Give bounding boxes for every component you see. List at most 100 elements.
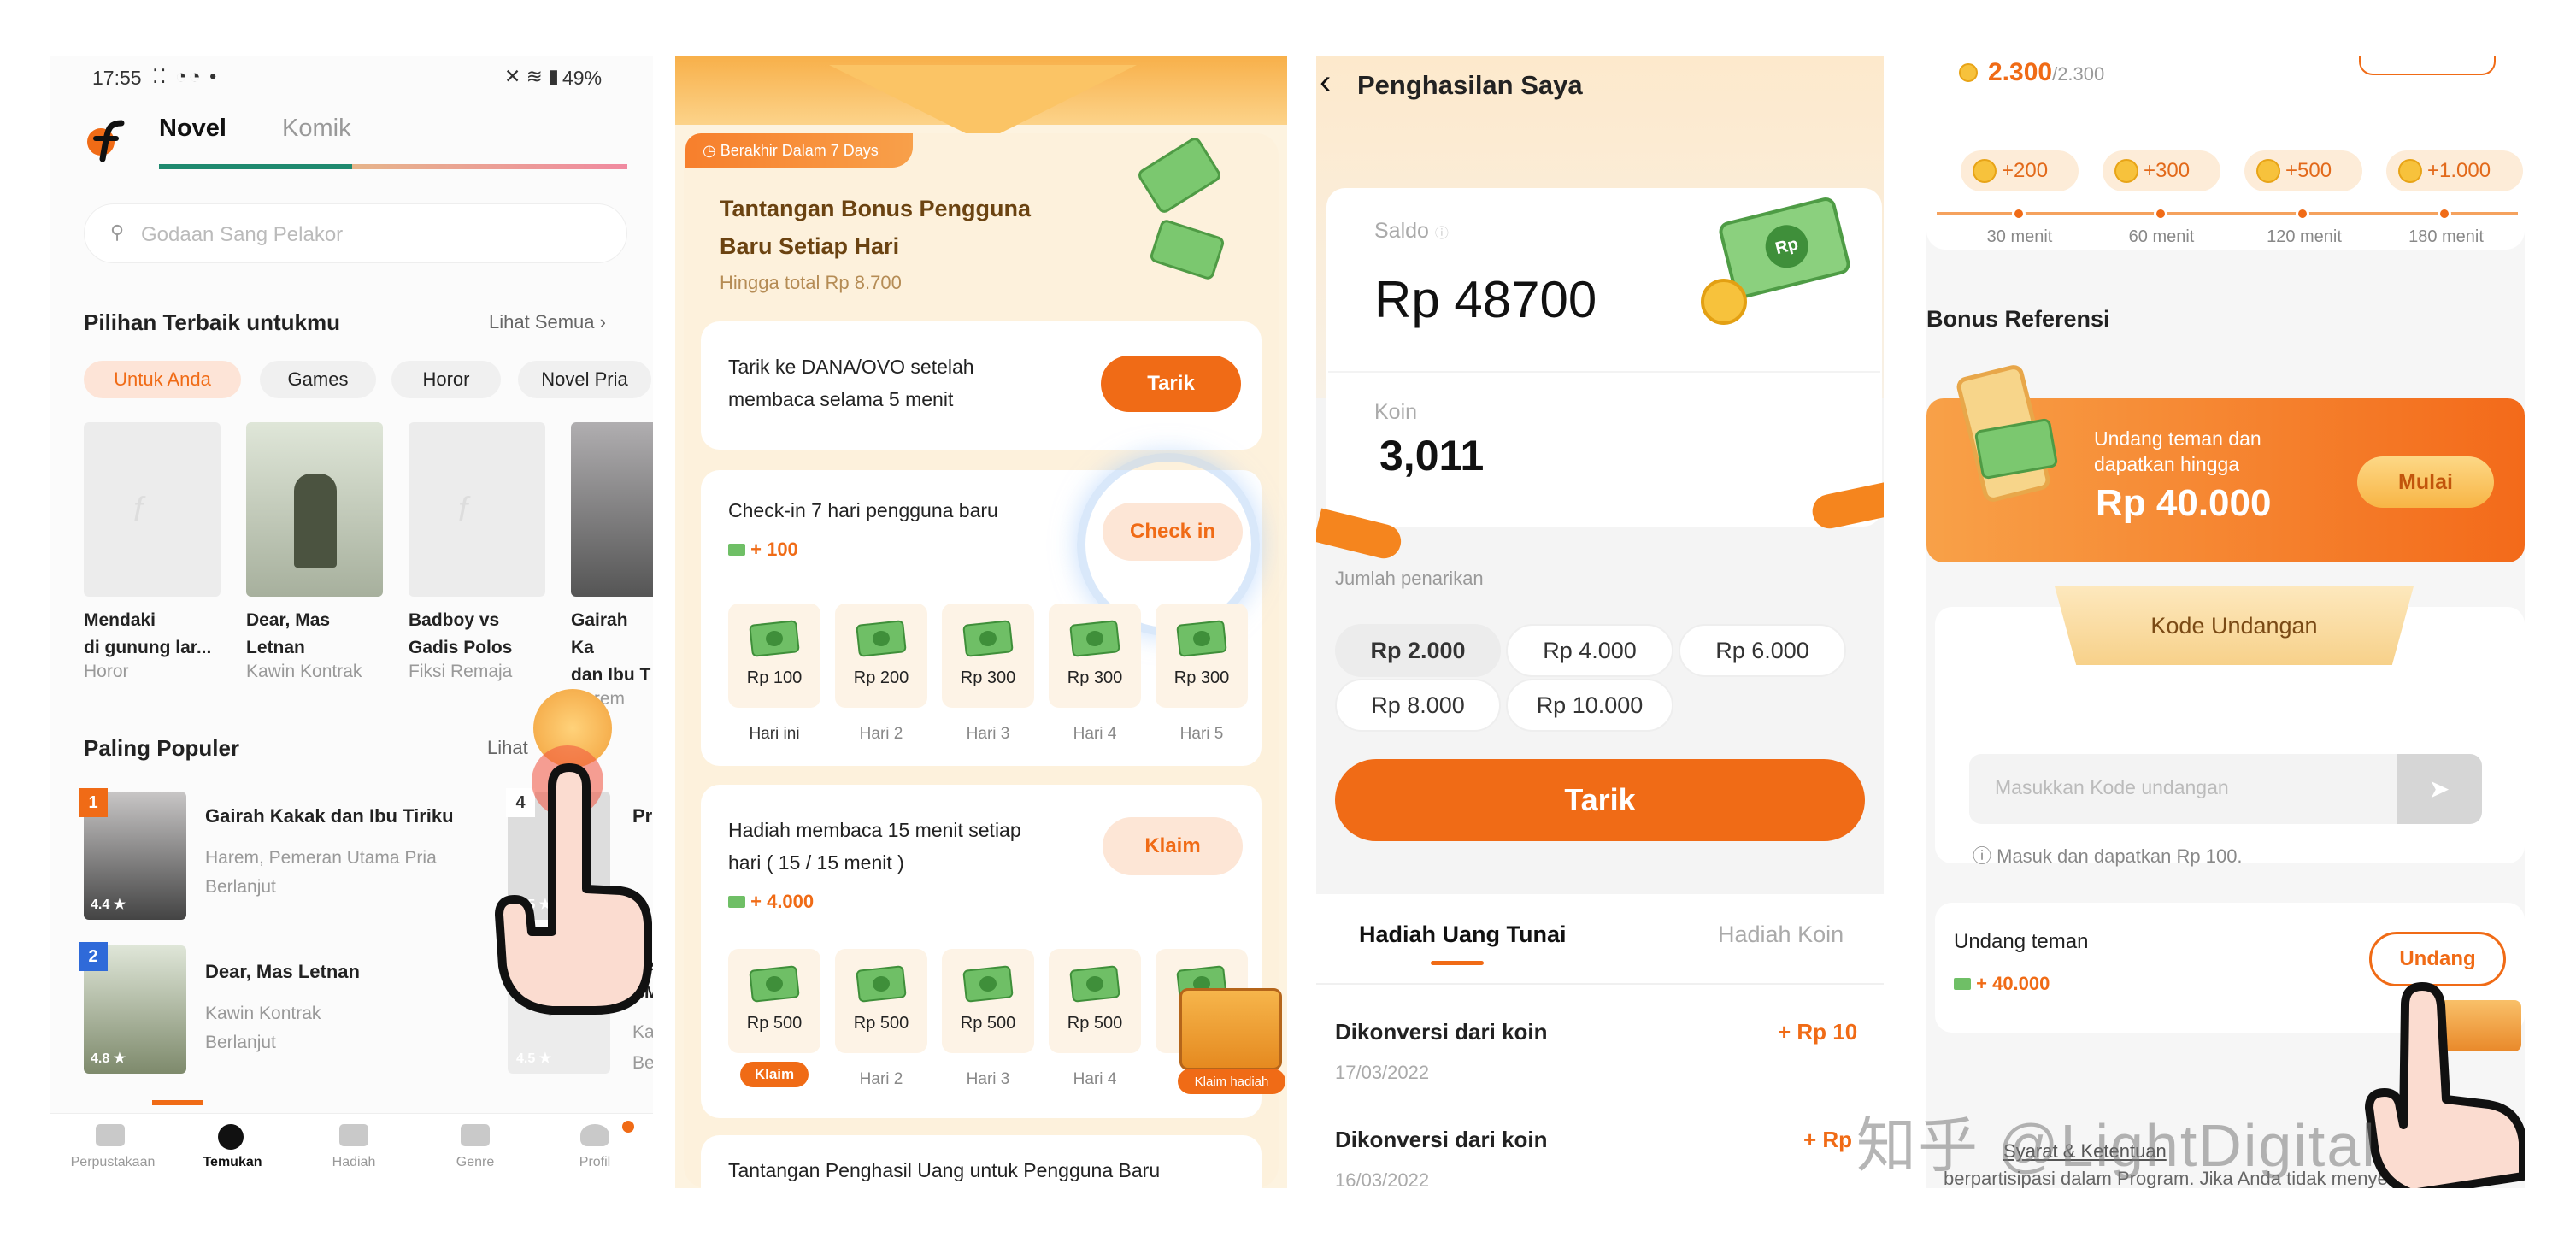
popular-status: Berlanjut [205, 877, 276, 897]
withdraw-button[interactable]: Tarik [1101, 356, 1241, 412]
amount-option[interactable]: Rp 8.000 [1335, 679, 1501, 732]
countdown-badge: ◷ Berakhir Dalam 7 Days [685, 133, 913, 168]
history-amount: + Rp 10 [1778, 1019, 1858, 1045]
task-reward: + 4.000 [728, 891, 814, 913]
see-all-link[interactable]: Lihat Semua › [489, 311, 606, 333]
amount-option[interactable]: Rp 4.000 [1506, 624, 1673, 677]
nav-library[interactable]: Perpustakaan [62, 1124, 164, 1170]
withdraw-label: Jumlah penarikan [1335, 568, 1484, 589]
chip-novel-pria[interactable]: Novel Pria [518, 361, 651, 398]
saldo-value: Rp 48700 [1374, 271, 1597, 328]
check-in-button[interactable]: Check in [1103, 503, 1243, 561]
divider [1328, 371, 1880, 373]
invite-code-note: ⓘ Masuk dan dapatkan Rp 100. [1973, 845, 2243, 867]
rewards-screen: ◷ Berakhir Dalam 7 Days Tantangan Bonus … [675, 56, 1287, 1188]
watermark: 知乎 @LightDigital [1856, 1112, 2377, 1179]
coin-icon [1959, 63, 1978, 82]
amount-option[interactable]: Rp 10.000 [1506, 679, 1673, 732]
koin-value: 3,011 [1379, 432, 1485, 480]
banner-amount: Rp 40.000 [2096, 482, 2272, 524]
tab-komik[interactable]: Komik [282, 115, 351, 143]
money-icon [856, 620, 907, 657]
time-label: 30 menit [1986, 227, 2053, 246]
amount-option-selected[interactable]: Rp 2.000 [1335, 624, 1501, 677]
reward-pill: +200 [1961, 150, 2079, 191]
history-date: 16/03/2022 [1335, 1169, 1430, 1188]
task-card: Check-in 7 hari pengguna baru + 100 Chec… [701, 453, 1262, 766]
koin-label: Koin [1374, 400, 1418, 424]
chip-untuk-anda[interactable]: Untuk Anda [84, 361, 241, 398]
app-logo-icon [84, 118, 128, 162]
history-section: Hadiah Uang Tunai Hadiah Koin Dikonversi… [1316, 894, 1884, 1188]
task-card: Tarik ke DANA/OVO setelah membaca selama … [701, 321, 1262, 450]
tab-novel[interactable]: Novel [159, 115, 226, 143]
claim-button[interactable]: Klaim [1103, 817, 1243, 875]
nav-rewards[interactable]: Hadiah [303, 1124, 405, 1170]
book-info: Badboy vs Gadis Polos Fiksi Remaja [409, 610, 513, 681]
cut-button[interactable] [2359, 56, 2496, 75]
tab-coin-rewards[interactable]: Hadiah Koin [1718, 921, 1844, 948]
back-icon[interactable]: ‹ [1320, 63, 1331, 102]
rank-badge: 1 [79, 788, 108, 817]
search-input[interactable]: ⚲ Godaan Sang Pelakor [84, 203, 627, 263]
day-label: Hari 2 [859, 1070, 903, 1088]
rating: 4.4 ★ [91, 898, 126, 912]
nav-genre[interactable]: Genre [424, 1124, 526, 1170]
tab-cash-rewards[interactable]: Hadiah Uang Tunai [1359, 921, 1567, 948]
page-title: Penghasilan Saya [1357, 70, 1583, 100]
day-label: Hari 4 [1073, 1070, 1117, 1088]
task-card: Tantangan Penghasil Uang untuk Pengguna … [701, 1135, 1262, 1188]
search-placeholder: Godaan Sang Pelakor [141, 223, 344, 246]
book-cover[interactable] [246, 422, 383, 597]
discover-screen: 17:55 ⁚⁚ ◔◔ • ✕ ≋ ▮ 49% Novel Komik ⚲ Go… [50, 56, 653, 1188]
history-title: Dikonversi dari koin [1335, 1019, 1548, 1045]
referral-banner[interactable]: Undang teman dan dapatkan hingga Rp 40.00… [1926, 362, 2525, 562]
task-title: Tantangan Penghasil Uang untuk Pengguna … [728, 1159, 1161, 1181]
reward-pill: +1.000 [2386, 150, 2523, 191]
start-button[interactable]: Mulai [2357, 456, 2494, 508]
day-claim-button[interactable]: Klaim [740, 1062, 809, 1087]
bottom-nav: Perpustakaan Temukan Hadiah Genre Profil [50, 1100, 653, 1188]
popular-status: Berlanjut [205, 1033, 276, 1052]
grid-icon [461, 1124, 490, 1146]
popular-tags: Harem, Pemeran Utama Pria [205, 848, 437, 868]
progress-dot [2012, 207, 2026, 221]
history-date: 17/03/2022 [1335, 1062, 1430, 1083]
tab-indicator [1431, 961, 1484, 965]
invite-code-card: Kode Undangan Masukkan Kode undangan ➤ ⓘ… [1935, 586, 2525, 867]
profile-icon [580, 1124, 609, 1146]
progress-value: 2.300/2.300 [1988, 58, 2105, 86]
signal-icons: ✕ ≋ ▮ [504, 65, 559, 87]
progress-dot [2154, 207, 2167, 221]
invite-button[interactable]: Undang [2369, 932, 2506, 986]
amount-option[interactable]: Rp 6.000 [1679, 624, 1846, 677]
section-title-referral: Bonus Referensi [1926, 306, 2110, 332]
nav-discover[interactable]: Temukan [181, 1124, 284, 1170]
status-time: 17:55 [92, 67, 142, 89]
rating: 4.8 ★ [91, 1051, 126, 1066]
task-title: Check-in 7 hari pengguna baru [728, 499, 998, 521]
money-icon [749, 620, 800, 657]
day-card: Rp 500 [835, 949, 927, 1053]
withdraw-button[interactable]: Tarik [1335, 759, 1865, 841]
see-all-link[interactable]: Lihat [487, 737, 528, 759]
day-card: Rp 500 [942, 949, 1034, 1053]
chest-claim-label[interactable]: Klaim hadiah [1178, 1069, 1285, 1094]
day-card: Rp 500 [728, 949, 820, 1053]
book-cover[interactable] [571, 422, 653, 597]
progress-dot [2438, 207, 2451, 221]
search-icon: ⚲ [110, 221, 125, 243]
book-cover[interactable]: f [84, 422, 221, 597]
banner-text: Undang teman dan dapatkan hingga [2094, 427, 2261, 475]
day-card: Rp 100 [728, 604, 820, 708]
book-cover[interactable]: f [409, 422, 545, 597]
chip-horor[interactable]: Horor [391, 361, 501, 398]
treasure-chest-icon[interactable] [1179, 988, 1282, 1070]
submit-arrow-icon[interactable]: ➤ [2397, 754, 2482, 824]
notification-dot [622, 1121, 634, 1133]
invite-code-input[interactable]: Masukkan Kode undangan [1969, 754, 2397, 824]
task-text: Hadiah membaca 15 menit setiap hari ( 15 … [728, 819, 1021, 874]
money-icon [962, 965, 1014, 1003]
chip-games[interactable]: Games [260, 361, 376, 398]
nav-accent [152, 1100, 203, 1105]
